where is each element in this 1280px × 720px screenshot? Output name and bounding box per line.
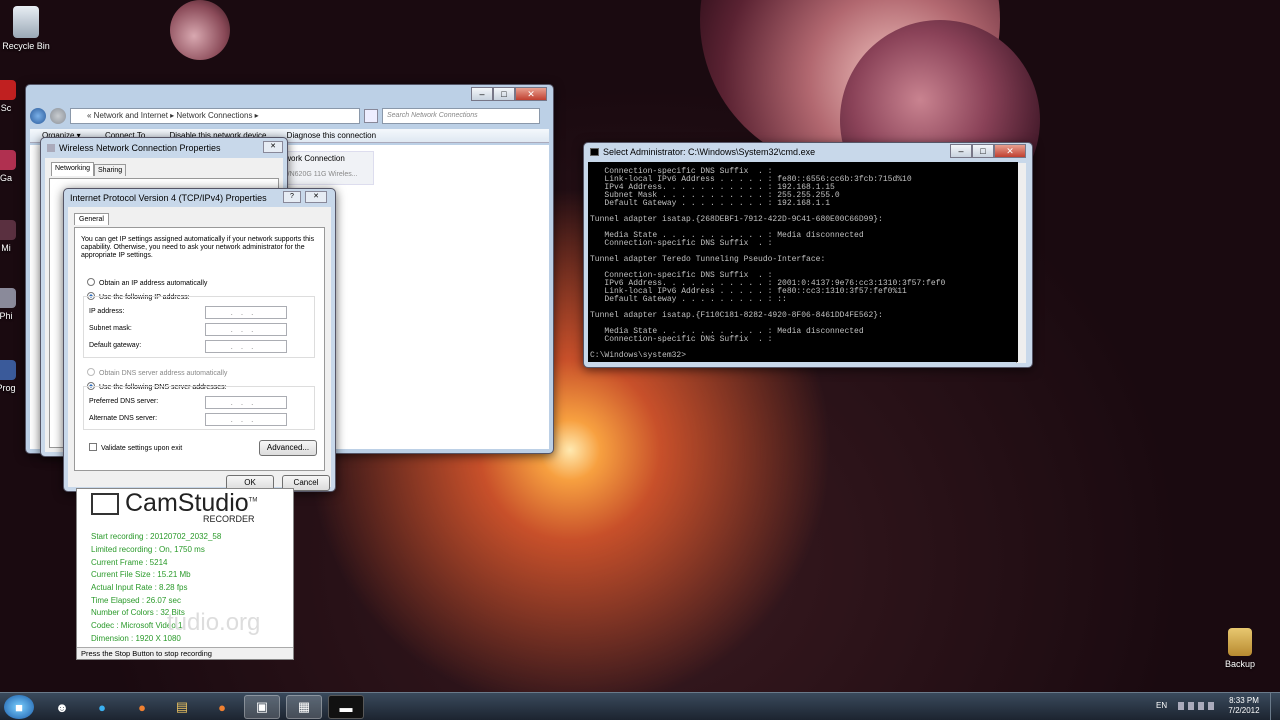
close-button[interactable]: ✕ bbox=[305, 191, 327, 203]
tab-networking[interactable]: Networking bbox=[51, 162, 95, 176]
stat-elapsed: Time Elapsed : 26.07 sec bbox=[91, 596, 181, 605]
folder-icon bbox=[1228, 628, 1252, 656]
status-bar: Press the Stop Button to stop recording bbox=[77, 647, 293, 659]
camstudio-subtitle: RECORDER bbox=[203, 514, 255, 524]
stat-frame: Current Frame : 5214 bbox=[91, 558, 168, 567]
window-controls: – □ ✕ bbox=[950, 144, 1026, 158]
maximize-button[interactable]: □ bbox=[493, 87, 515, 101]
obtain-dns-radio[interactable]: Obtain DNS server address automatically bbox=[87, 368, 227, 377]
taskbar: ■ ☻ ● ● ▤ ● ▣ ▦ ▬ EN 8:33 PM 7/2/2012 bbox=[0, 692, 1280, 720]
taskbar-cmd-icon[interactable]: ▬ bbox=[328, 695, 364, 719]
watermark: tudio.org bbox=[167, 609, 261, 636]
wnc-tabs: Networking Sharing bbox=[51, 162, 127, 176]
close-button[interactable]: ✕ bbox=[994, 144, 1026, 158]
wallpaper-planet-tiny bbox=[170, 0, 230, 60]
desktop-icon-partial-1[interactable]: Sc bbox=[0, 80, 28, 113]
maximize-button[interactable]: □ bbox=[972, 144, 994, 158]
windows-logo-icon: ■ bbox=[15, 699, 23, 715]
desktop-icon-recycle-bin[interactable]: Recycle Bin bbox=[0, 6, 56, 51]
camstudio-window[interactable]: CamStudioTM RECORDER Start recording : 2… bbox=[76, 488, 294, 660]
desktop-icon-partial-2[interactable]: Ga bbox=[0, 150, 28, 183]
taskbar-firefox-icon[interactable]: ● bbox=[124, 695, 160, 719]
taskbar-firefox-2-icon[interactable]: ● bbox=[204, 695, 240, 719]
ipv4-properties-dialog[interactable]: Internet Protocol Version 4 (TCP/IPv4) P… bbox=[63, 188, 336, 492]
tab-sharing[interactable]: Sharing bbox=[94, 164, 127, 176]
stat-start: Start recording : 20120702_2032_58 bbox=[91, 532, 222, 541]
subnet-mask-row: Subnet mask:... bbox=[89, 323, 315, 336]
forward-arrow-icon[interactable] bbox=[50, 108, 66, 124]
stat-limited: Limited recording : On, 1750 ms bbox=[91, 545, 205, 554]
breadcrumb-network-and-internet[interactable]: Network and Internet bbox=[94, 111, 168, 120]
ip-address-row: IP address:... bbox=[89, 306, 315, 319]
help-button[interactable]: ? bbox=[283, 191, 301, 203]
close-button[interactable]: ✕ bbox=[515, 87, 547, 101]
start-button[interactable]: ■ bbox=[4, 695, 34, 719]
taskbar-people-icon[interactable]: ☻ bbox=[44, 695, 80, 719]
alternate-dns-field[interactable]: ... bbox=[205, 413, 287, 426]
general-tab-panel: You can get IP settings assigned automat… bbox=[74, 227, 325, 471]
clock[interactable]: 8:33 PM 7/2/2012 bbox=[1224, 696, 1264, 716]
taskbar-skype-icon[interactable]: ● bbox=[84, 695, 120, 719]
minimize-button[interactable]: – bbox=[950, 144, 972, 158]
minimize-button[interactable]: – bbox=[471, 87, 493, 101]
obtain-ip-radio[interactable]: Obtain an IP address automatically bbox=[87, 278, 207, 287]
cmd-output[interactable]: Connection-specific DNS Suffix . : Link-… bbox=[588, 162, 1018, 362]
refresh-icon[interactable] bbox=[364, 109, 378, 123]
ipv4-body: General You can get IP settings assigned… bbox=[68, 207, 331, 491]
network-adapter-item[interactable]: twork Connection WN620G 11G Wireles... bbox=[280, 151, 374, 185]
show-desktop-button[interactable] bbox=[1270, 693, 1280, 720]
desktop-icon-partial-3[interactable]: Mi bbox=[0, 220, 28, 253]
alternate-dns-row: Alternate DNS server:... bbox=[89, 413, 315, 426]
intro-text: You can get IP settings assigned automat… bbox=[81, 236, 315, 259]
address-row: « Network and Internet ▸ Network Connect… bbox=[30, 107, 549, 125]
checkbox-icon bbox=[89, 443, 97, 451]
back-arrow-icon[interactable] bbox=[30, 108, 46, 124]
camera-icon bbox=[0, 288, 16, 308]
breadcrumb[interactable]: « Network and Internet ▸ Network Connect… bbox=[70, 108, 360, 124]
stat-filesize: Current File Size : 15.21 Mb bbox=[91, 570, 191, 579]
tab-general[interactable]: General bbox=[74, 213, 109, 225]
taskbar-camstudio-icon[interactable]: ▣ bbox=[244, 695, 280, 719]
program-icon bbox=[0, 360, 16, 380]
radio-icon bbox=[87, 278, 95, 286]
app-icon bbox=[0, 220, 16, 240]
validate-checkbox[interactable]: Validate settings upon exit bbox=[89, 443, 182, 452]
wnc-titlebar: Wireless Network Connection Properties bbox=[41, 138, 287, 158]
network-icon bbox=[47, 144, 55, 152]
advanced-button[interactable]: Advanced... bbox=[259, 440, 317, 456]
radio-icon bbox=[87, 368, 95, 376]
stat-rate: Actual Input Rate : 8.28 fps bbox=[91, 583, 188, 592]
preferred-dns-field[interactable]: ... bbox=[205, 396, 287, 409]
ip-address-field[interactable]: ... bbox=[205, 306, 287, 319]
desktop-icon-backup[interactable]: Backup bbox=[1210, 628, 1270, 669]
camstudio-logo-icon bbox=[91, 493, 119, 515]
app-icon bbox=[0, 80, 16, 100]
language-indicator[interactable]: EN bbox=[1156, 701, 1167, 710]
desktop-icon-partial-5[interactable]: Prog bbox=[0, 360, 28, 393]
diagnose-button[interactable]: Diagnose this connection bbox=[287, 131, 376, 140]
desktop-icon-partial-4[interactable]: Phi bbox=[0, 288, 28, 321]
cmd-icon bbox=[590, 148, 599, 156]
breadcrumb-network-connections[interactable]: Network Connections bbox=[176, 111, 252, 120]
taskbar-explorer-icon[interactable]: ▤ bbox=[164, 695, 200, 719]
window-controls: – □ ✕ bbox=[471, 87, 547, 101]
taskbar-network-icon[interactable]: ▦ bbox=[286, 695, 322, 719]
tray-icons[interactable] bbox=[1178, 702, 1218, 710]
default-gateway-row: Default gateway:... bbox=[89, 340, 315, 353]
games-icon bbox=[0, 150, 16, 170]
search-input[interactable]: Search Network Connections bbox=[382, 108, 540, 124]
preferred-dns-row: Preferred DNS server:... bbox=[89, 396, 315, 409]
recycle-bin-icon bbox=[13, 6, 39, 38]
subnet-mask-field[interactable]: ... bbox=[205, 323, 287, 336]
default-gateway-field[interactable]: ... bbox=[205, 340, 287, 353]
close-button[interactable]: ✕ bbox=[263, 141, 283, 153]
